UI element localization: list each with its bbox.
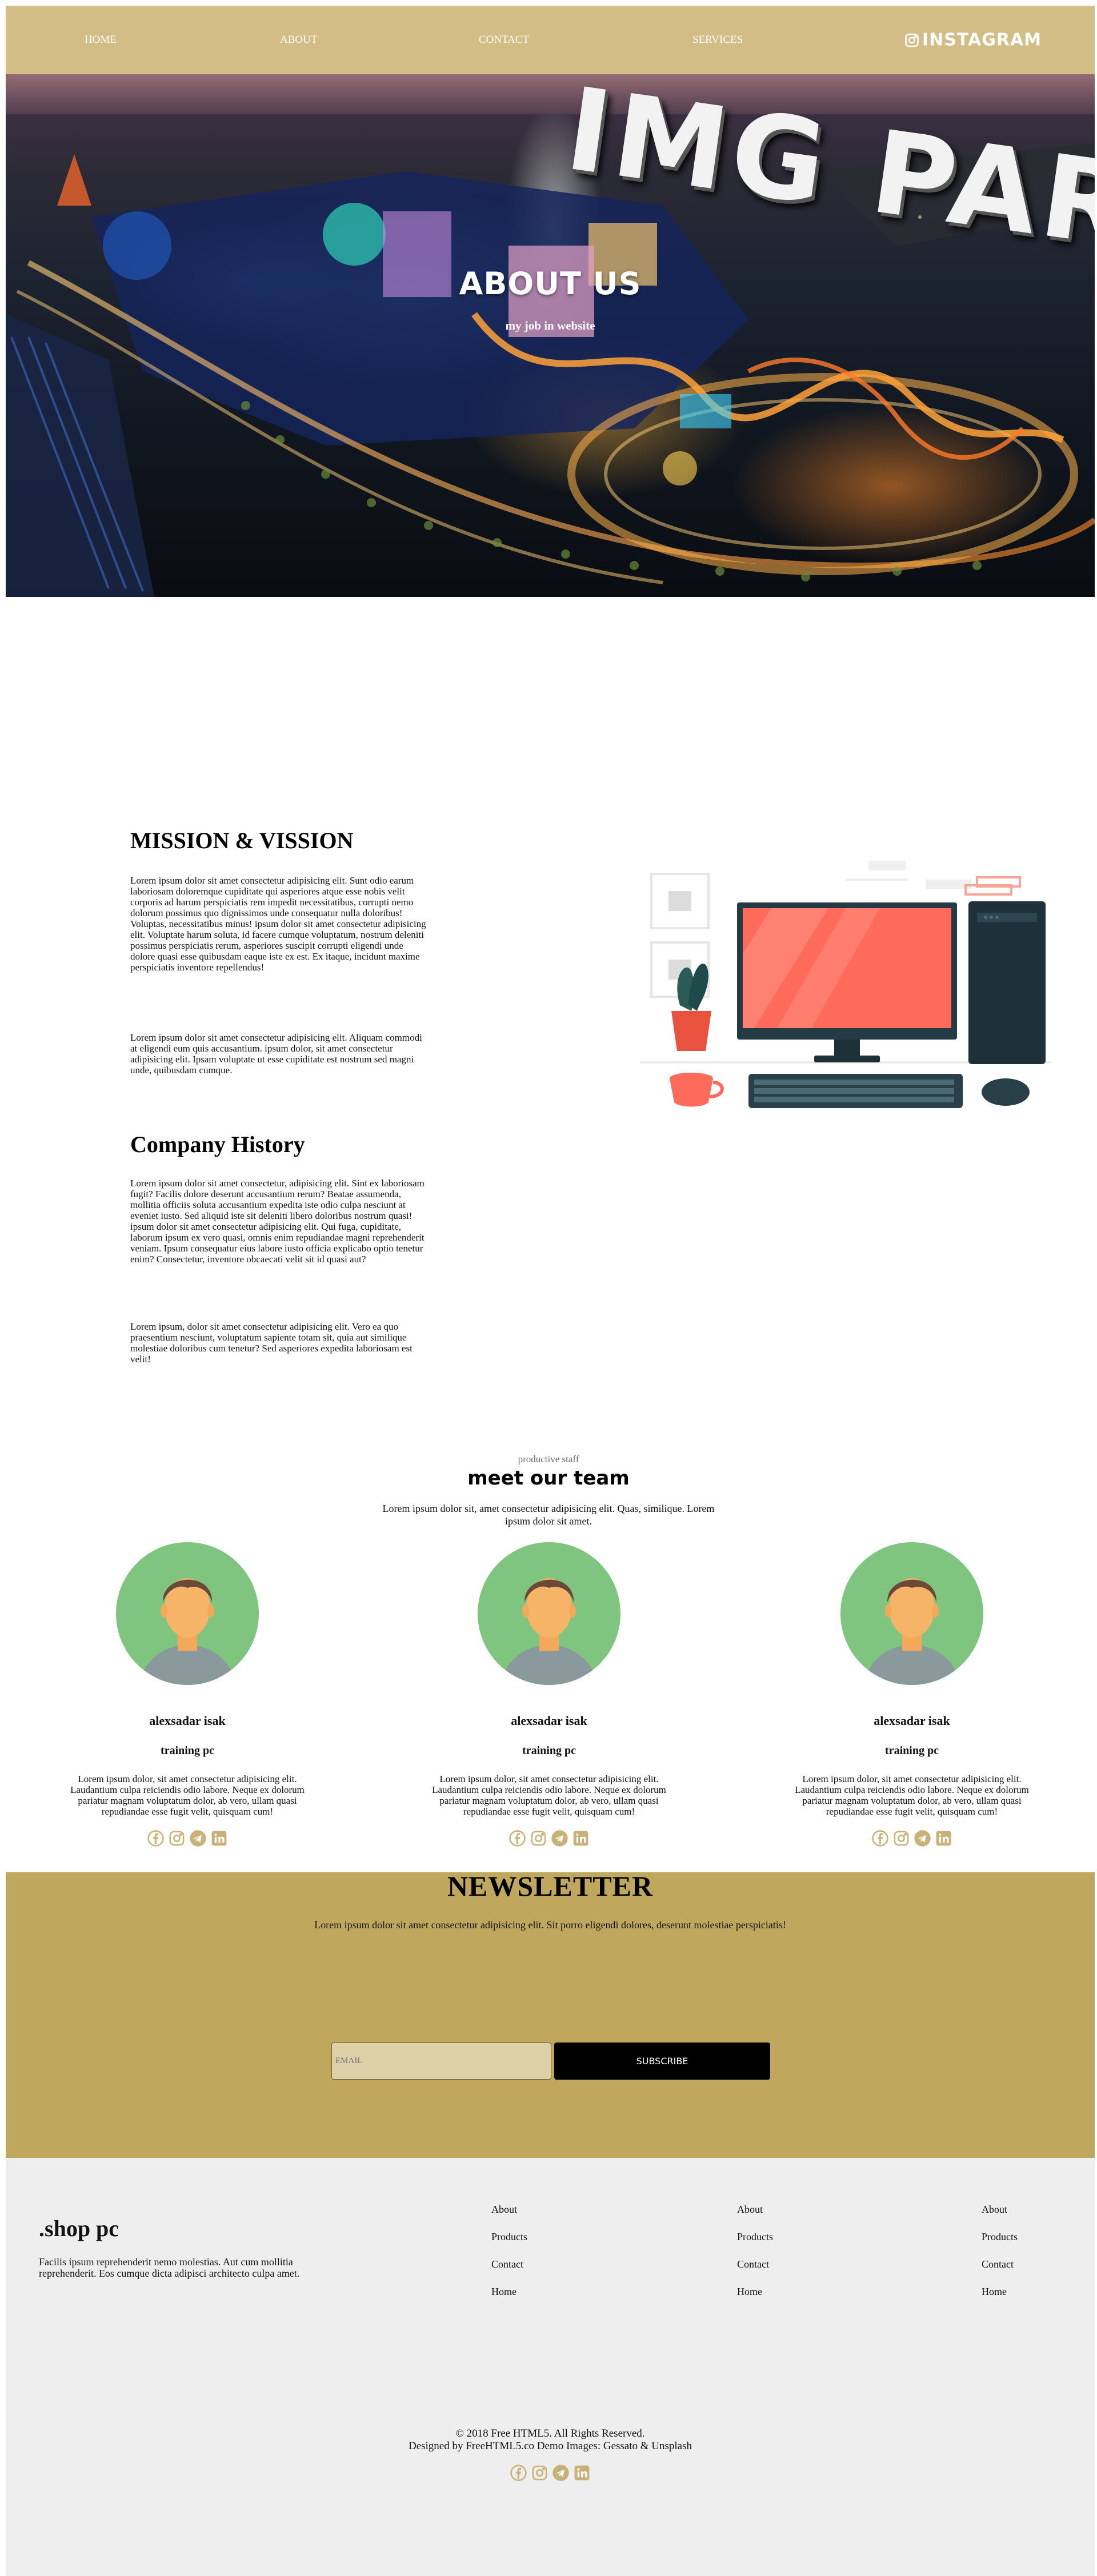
linkedin-icon[interactable]	[210, 1829, 228, 1847]
team-member-card: alexsadar isak training pc Lorem ipsum d…	[786, 1542, 1038, 1847]
nav-home[interactable]: HOME	[85, 34, 117, 46]
footer-brand-text: Facilis ipsum reprehenderit nemo molesti…	[39, 2256, 300, 2279]
facebook-icon[interactable]	[147, 1829, 165, 1847]
footer-link-contact[interactable]: Contact	[982, 2258, 1018, 2286]
instagram-icon[interactable]	[168, 1829, 186, 1847]
member-role: training pc	[522, 1744, 576, 1757]
footer-socials	[6, 2464, 1095, 2482]
instagram-icon[interactable]	[892, 1829, 910, 1847]
mission-paragraph-2: Lorem ipsum dolor sit amet consectetur a…	[130, 1032, 422, 1076]
nav-about[interactable]: ABOUT	[280, 34, 317, 46]
footer-links-column: About Products Contact Home	[982, 2204, 1018, 2313]
team-kicker: productive staff	[518, 1454, 579, 1464]
footer-link-contact[interactable]: Contact	[737, 2258, 773, 2286]
member-name: alexsadar isak	[874, 1714, 950, 1728]
member-bio: Lorem ipsum dolor, sit amet consectetur …	[795, 1773, 1029, 1817]
facebook-icon[interactable]	[871, 1829, 889, 1847]
email-field[interactable]	[331, 2043, 551, 2080]
newsletter-text: Lorem ipsum dolor sit amet consectetur a…	[314, 1919, 786, 1931]
history-paragraph-2: Lorem ipsum, dolor sit amet consectetur …	[130, 1321, 413, 1365]
hero-subtitle: my job in website	[505, 319, 595, 332]
linkedin-icon[interactable]	[935, 1829, 952, 1847]
member-name: alexsadar isak	[511, 1714, 587, 1728]
history-title: Company History	[130, 1131, 305, 1157]
footer-links-column: About Products Contact Home	[491, 2204, 527, 2313]
telegram-icon[interactable]	[552, 2464, 570, 2482]
member-bio: Lorem ipsum dolor, sit amet consectetur …	[432, 1773, 666, 1817]
main-nav: HOME ABOUT CONTACT SERVICES INSTAGRAM	[6, 6, 1095, 74]
newsletter-title: NEWSLETTER	[447, 1870, 654, 1902]
telegram-icon[interactable]	[189, 1829, 207, 1847]
footer-link-home[interactable]: Home	[491, 2286, 527, 2313]
instagram-icon[interactable]	[530, 1829, 547, 1847]
footer-link-products[interactable]: Products	[982, 2231, 1018, 2258]
avatar	[478, 1542, 620, 1685]
member-socials	[62, 1829, 313, 1847]
footer-link-home[interactable]: Home	[982, 2286, 1018, 2313]
hero-banner: IMG PARK ABOUT US my job in website	[6, 74, 1095, 597]
footer-link-products[interactable]: Products	[491, 2231, 527, 2258]
linkedin-icon[interactable]	[572, 1829, 590, 1847]
member-socials	[786, 1829, 1038, 1847]
telegram-icon[interactable]	[551, 1829, 568, 1847]
subscribe-button[interactable]: SUBSCRIBE	[554, 2043, 770, 2080]
member-bio: Lorem ipsum dolor, sit amet consectetur …	[70, 1773, 305, 1817]
nav-instagram-link[interactable]: INSTAGRAM	[904, 30, 1042, 50]
footer-link-about[interactable]: About	[491, 2204, 527, 2231]
member-role: training pc	[161, 1744, 214, 1757]
instagram-icon[interactable]	[531, 2464, 548, 2482]
linkedin-icon[interactable]	[573, 2464, 591, 2482]
footer-link-about[interactable]: About	[737, 2204, 773, 2231]
avatar	[116, 1542, 259, 1685]
history-paragraph-1: Lorem ipsum dolor sit amet consectetur, …	[130, 1178, 425, 1265]
footer-link-contact[interactable]: Contact	[491, 2258, 527, 2286]
footer-credits: Designed by FreeHTML5.co Demo Images: Ge…	[408, 2440, 692, 2452]
facebook-icon[interactable]	[510, 2464, 527, 2482]
avatar	[840, 1542, 983, 1685]
team-member-card: alexsadar isak training pc Lorem ipsum d…	[62, 1542, 313, 1847]
member-name: alexsadar isak	[149, 1714, 226, 1728]
footer-link-products[interactable]: Products	[737, 2231, 773, 2258]
footer-link-home[interactable]: Home	[737, 2286, 773, 2313]
telegram-icon[interactable]	[914, 1829, 931, 1847]
mission-title: MISSION & VISSION	[130, 828, 354, 853]
mission-paragraph-1: Lorem ipsum dolor sit amet consectetur a…	[130, 875, 426, 973]
footer-copyright: © 2018 Free HTML5. All Rights Reserved.	[455, 2427, 645, 2439]
facebook-icon[interactable]	[509, 1829, 526, 1847]
footer-links-column: About Products Contact Home	[737, 2204, 773, 2313]
instagram-icon	[905, 33, 919, 47]
footer: .shop pc Facilis ipsum reprehenderit nem…	[6, 2158, 1095, 2576]
footer-brand: .shop pc	[39, 2216, 119, 2241]
footer-link-about[interactable]: About	[982, 2204, 1018, 2231]
nav-contact[interactable]: CONTACT	[479, 34, 529, 46]
member-socials	[423, 1829, 675, 1847]
team-intro: Lorem ipsum dolor sit, amet consectetur …	[382, 1503, 715, 1527]
footer-copyright-block: © 2018 Free HTML5. All Rights Reserved. …	[6, 2427, 1095, 2453]
newsletter-section: NEWSLETTER Lorem ipsum dolor sit amet co…	[6, 1870, 1095, 2158]
nav-services[interactable]: SERVICES	[692, 34, 743, 46]
team-member-card: alexsadar isak training pc Lorem ipsum d…	[423, 1542, 675, 1847]
desk-computer-illustration	[640, 861, 1051, 1108]
member-role: training pc	[885, 1744, 939, 1757]
hero-title: ABOUT US	[459, 266, 642, 302]
team-title: meet our team	[467, 1467, 630, 1490]
nav-instagram-label: INSTAGRAM	[922, 30, 1042, 50]
